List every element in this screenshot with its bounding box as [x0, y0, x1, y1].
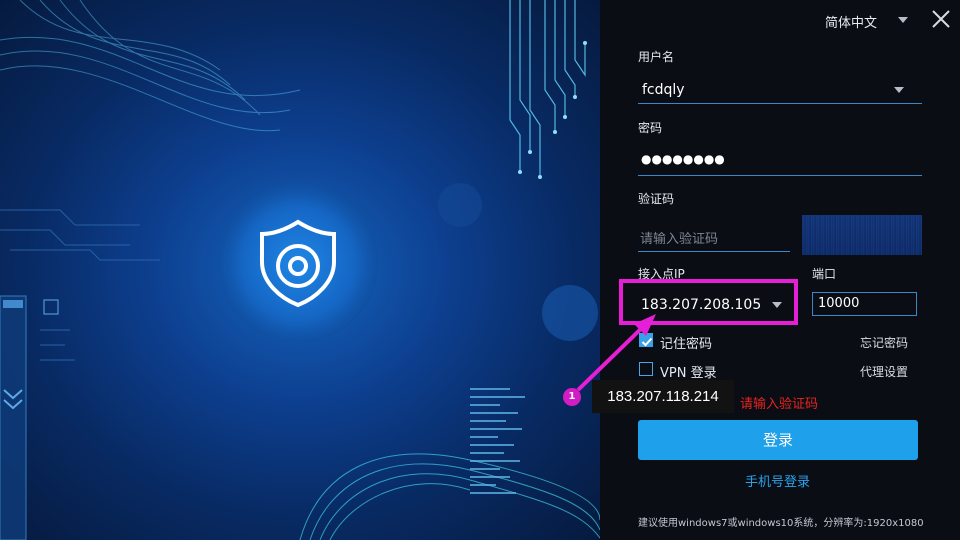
annotation-arrow [576, 314, 656, 392]
annotation-badge: 1 [563, 388, 581, 406]
annotation-tooltip: 183.207.118.214 [592, 380, 734, 413]
